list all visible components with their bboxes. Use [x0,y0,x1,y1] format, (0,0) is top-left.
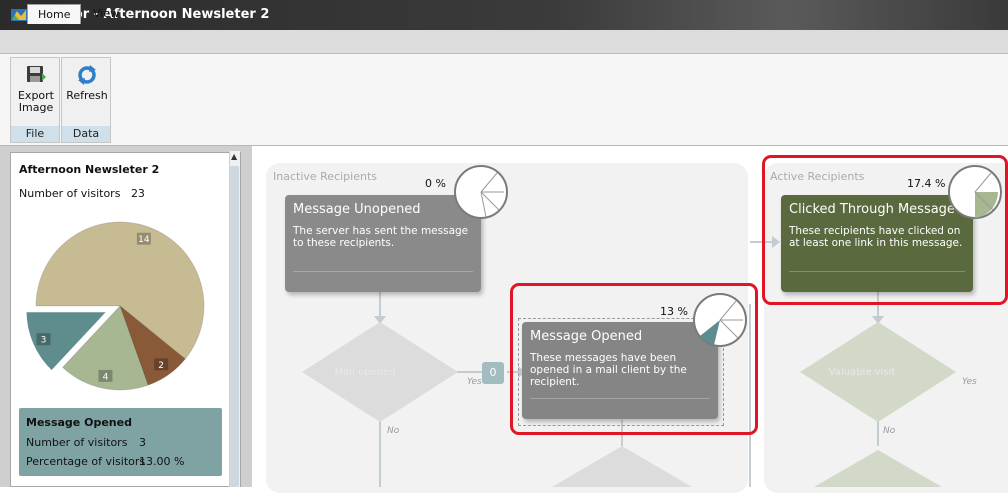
info-percentage-value: 13.00 % [139,455,185,468]
decision-diamond-lower [552,446,692,487]
info-title: Message Opened [26,416,132,429]
export-image-label-2: Image [18,101,54,114]
info-visitors-value: 3 [139,436,146,449]
tab-view[interactable]: View [83,4,129,24]
tab-home[interactable]: Home [27,4,82,24]
info-visitors-label: Number of visitors [26,436,128,449]
node-divider [293,271,473,272]
ribbon [0,54,1008,146]
export-image-icon [27,66,46,82]
node-message-unopened[interactable]: Message Unopened The server has sent the… [285,195,481,292]
ribbon-group-data: Refresh Data [61,57,111,143]
ribbon-group-label-data: Data [62,126,110,142]
diamond-label-valuable-visit: Valuable visit [828,367,896,378]
visitors-label: Number of visitors [19,187,121,200]
decision-diamond-lower-active [814,450,942,487]
edge-label-yes-active: Yes [962,377,977,387]
node-description: The server has sent the message to these… [293,225,469,249]
node-percent-unopened: 0 % [425,177,446,190]
pie-label-4: 4 [103,372,109,382]
node-title: Message Unopened [293,202,421,217]
ribbon-tab-strip [0,30,1008,54]
visitors-summary: Number of visitors 23 [19,187,145,200]
ribbon-group-label-file: File [11,126,59,142]
refresh-button[interactable]: Refresh [62,60,112,122]
diamond-label-mail-opened: Mail opened [334,367,396,378]
ribbon-group-file: Export Image File [10,57,60,143]
scroll-thumb[interactable] [230,166,239,487]
app-icon [11,9,27,21]
pie-label-2: 2 [158,361,164,371]
pie-label-3: 3 [41,336,47,346]
info-percentage-label: Percentage of visitors [26,455,146,468]
highlight-box-opened [510,283,758,435]
export-image-button[interactable]: Export Image [11,60,61,122]
refresh-icon [78,65,96,85]
refresh-label: Refresh [66,89,108,102]
visitors-pie-chart[interactable]: 14 2 4 3 [19,212,229,402]
mini-pie-unopened [454,165,508,219]
edge-label-no: No [387,426,400,436]
highlight-box-clicked [762,155,1008,305]
edge-label-no-active: No [883,426,896,436]
flow-counter-badge: 0 [482,362,504,384]
edge-label-yes: Yes [467,377,482,387]
visitors-value: 23 [130,187,145,200]
scroll-up-arrow-icon[interactable]: ▲ [231,153,239,161]
pie-label-14: 14 [138,235,150,245]
panel-title: Afternoon Newsleter 2 [19,163,160,176]
